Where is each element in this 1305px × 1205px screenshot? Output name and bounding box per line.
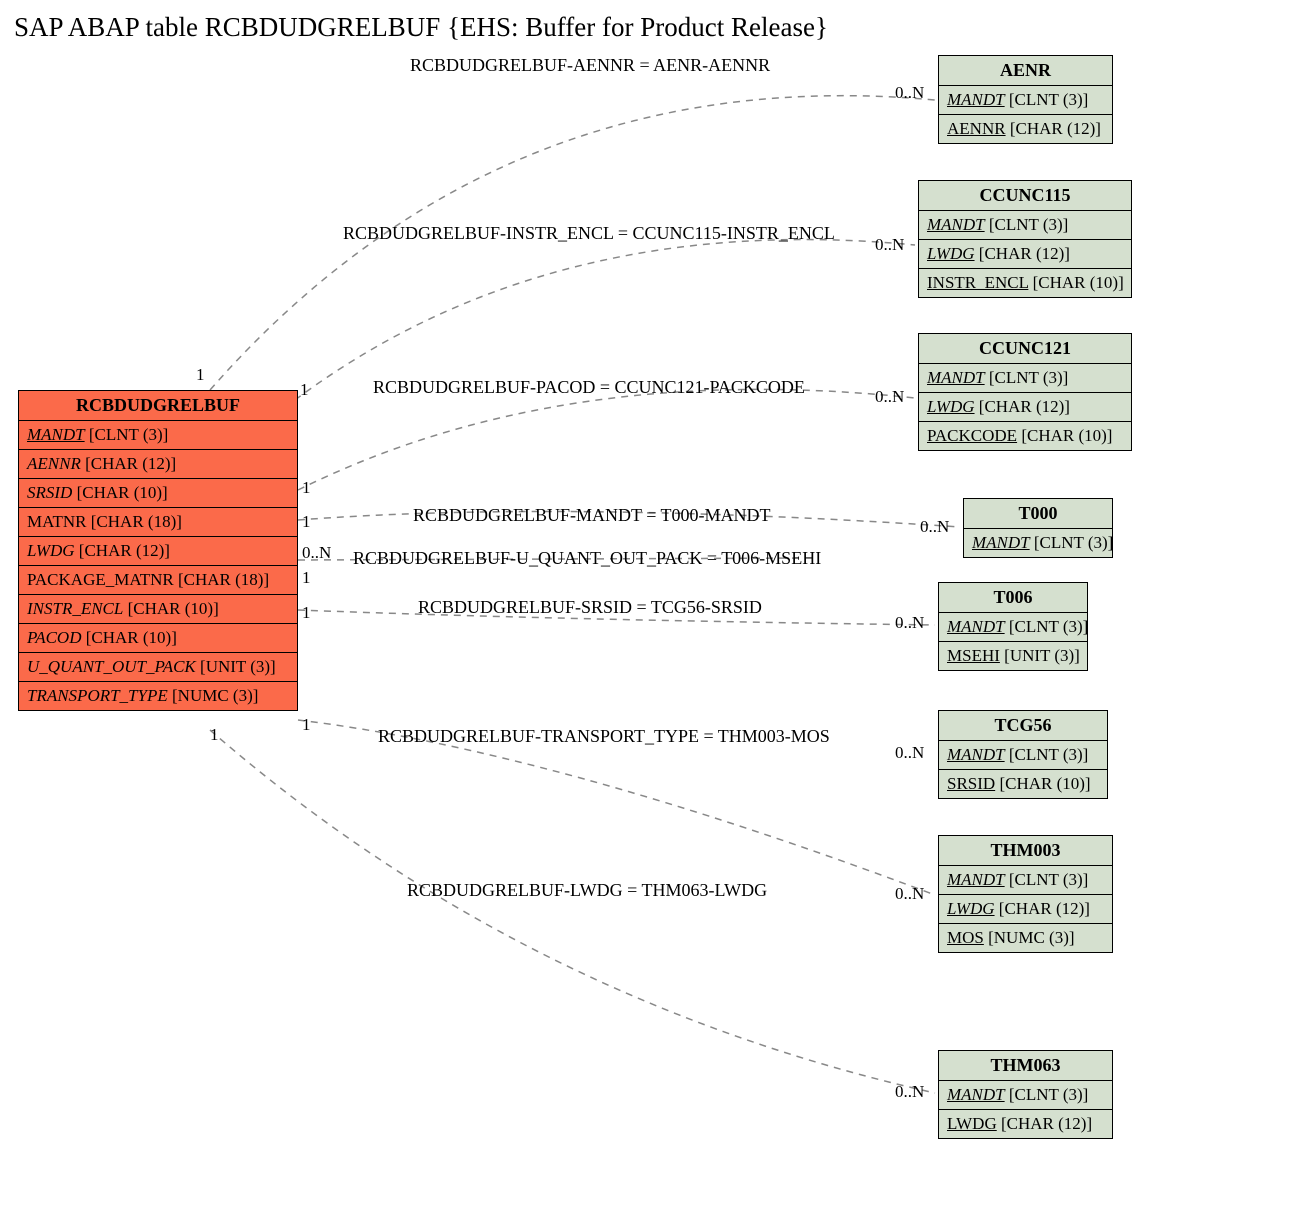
field-row: LWDG [CHAR (12)] <box>919 240 1131 269</box>
cardinality-right: 0..N <box>895 83 924 103</box>
cardinality-left: 0..N <box>302 543 331 563</box>
cardinality-left: 1 <box>302 478 311 498</box>
entity-t000: T000 MANDT [CLNT (3)] <box>963 498 1113 558</box>
entity-tcg56: TCG56 MANDT [CLNT (3)] SRSID [CHAR (10)] <box>938 710 1108 799</box>
relation-label: RCBDUDGRELBUF-MANDT = T000-MANDT <box>413 505 771 526</box>
cardinality-right: 0..N <box>895 1082 924 1102</box>
relation-label: RCBDUDGRELBUF-INSTR_ENCL = CCUNC115-INST… <box>343 223 835 244</box>
relation-label: RCBDUDGRELBUF-LWDG = THM063-LWDG <box>407 880 767 901</box>
entity-header: T000 <box>964 499 1112 529</box>
cardinality-left: 1 <box>302 715 311 735</box>
cardinality-left: 1 <box>300 380 309 400</box>
entity-header: CCUNC115 <box>919 181 1131 211</box>
field-row: MANDT [CLNT (3)] <box>939 741 1107 770</box>
field-row: MANDT [CLNT (3)] <box>939 866 1112 895</box>
field-row: MANDT [CLNT (3)] <box>964 529 1112 557</box>
field-row: MATNR [CHAR (18)] <box>19 508 297 537</box>
cardinality-right: 0..N <box>875 235 904 255</box>
field-row: PACKAGE_MATNR [CHAR (18)] <box>19 566 297 595</box>
entity-header: THM063 <box>939 1051 1112 1081</box>
field-row: U_QUANT_OUT_PACK [UNIT (3)] <box>19 653 297 682</box>
field-row: PACKCODE [CHAR (10)] <box>919 422 1131 450</box>
entity-ccunc115: CCUNC115 MANDT [CLNT (3)] LWDG [CHAR (12… <box>918 180 1132 298</box>
cardinality-right: 0..N <box>895 743 924 763</box>
entity-t006: T006 MANDT [CLNT (3)] MSEHI [UNIT (3)] <box>938 582 1088 671</box>
field-row: TRANSPORT_TYPE [NUMC (3)] <box>19 682 297 710</box>
entity-thm003: THM003 MANDT [CLNT (3)] LWDG [CHAR (12)]… <box>938 835 1113 953</box>
cardinality-right: 0..N <box>895 884 924 904</box>
field-row: AENNR [CHAR (12)] <box>939 115 1112 143</box>
cardinality-left: 1 <box>210 725 219 745</box>
cardinality-left: 1 <box>302 568 311 588</box>
entity-aenr: AENR MANDT [CLNT (3)] AENNR [CHAR (12)] <box>938 55 1113 144</box>
field-row: MANDT [CLNT (3)] <box>919 211 1131 240</box>
entity-header: THM003 <box>939 836 1112 866</box>
cardinality-left: 1 <box>196 365 205 385</box>
entity-header: T006 <box>939 583 1087 613</box>
cardinality-left: 1 <box>302 603 311 623</box>
entity-header: AENR <box>939 56 1112 86</box>
field-row: MSEHI [UNIT (3)] <box>939 642 1087 670</box>
field-row: LWDG [CHAR (12)] <box>939 1110 1112 1138</box>
relation-label: RCBDUDGRELBUF-AENNR = AENR-AENNR <box>410 55 770 76</box>
field-row: AENNR [CHAR (12)] <box>19 450 297 479</box>
entity-header: RCBDUDGRELBUF <box>19 391 297 421</box>
field-row: LWDG [CHAR (12)] <box>919 393 1131 422</box>
field-row: INSTR_ENCL [CHAR (10)] <box>19 595 297 624</box>
cardinality-right: 0..N <box>875 387 904 407</box>
relation-label: RCBDUDGRELBUF-SRSID = TCG56-SRSID <box>418 597 762 618</box>
field-row: MANDT [CLNT (3)] <box>939 613 1087 642</box>
page-title: SAP ABAP table RCBDUDGRELBUF {EHS: Buffe… <box>14 12 828 43</box>
cardinality-right: 0..N <box>895 613 924 633</box>
entity-rcbdudgrelbuf: RCBDUDGRELBUF MANDT [CLNT (3)] AENNR [CH… <box>18 390 298 711</box>
field-row: PACOD [CHAR (10)] <box>19 624 297 653</box>
field-row: MANDT [CLNT (3)] <box>19 421 297 450</box>
cardinality-left: 1 <box>302 512 311 532</box>
field-row: SRSID [CHAR (10)] <box>19 479 297 508</box>
entity-ccunc121: CCUNC121 MANDT [CLNT (3)] LWDG [CHAR (12… <box>918 333 1132 451</box>
field-row: LWDG [CHAR (12)] <box>939 895 1112 924</box>
field-row: MANDT [CLNT (3)] <box>919 364 1131 393</box>
field-row: LWDG [CHAR (12)] <box>19 537 297 566</box>
cardinality-right: 0..N <box>920 517 949 537</box>
field-row: SRSID [CHAR (10)] <box>939 770 1107 798</box>
relation-label: RCBDUDGRELBUF-U_QUANT_OUT_PACK = T006-MS… <box>353 548 821 569</box>
field-row: MOS [NUMC (3)] <box>939 924 1112 952</box>
entity-header: CCUNC121 <box>919 334 1131 364</box>
field-row: MANDT [CLNT (3)] <box>939 86 1112 115</box>
entity-thm063: THM063 MANDT [CLNT (3)] LWDG [CHAR (12)] <box>938 1050 1113 1139</box>
entity-header: TCG56 <box>939 711 1107 741</box>
field-row: INSTR_ENCL [CHAR (10)] <box>919 269 1131 297</box>
field-row: MANDT [CLNT (3)] <box>939 1081 1112 1110</box>
relation-label: RCBDUDGRELBUF-PACOD = CCUNC121-PACKCODE <box>373 377 805 398</box>
relation-label: RCBDUDGRELBUF-TRANSPORT_TYPE = THM003-MO… <box>378 726 830 747</box>
